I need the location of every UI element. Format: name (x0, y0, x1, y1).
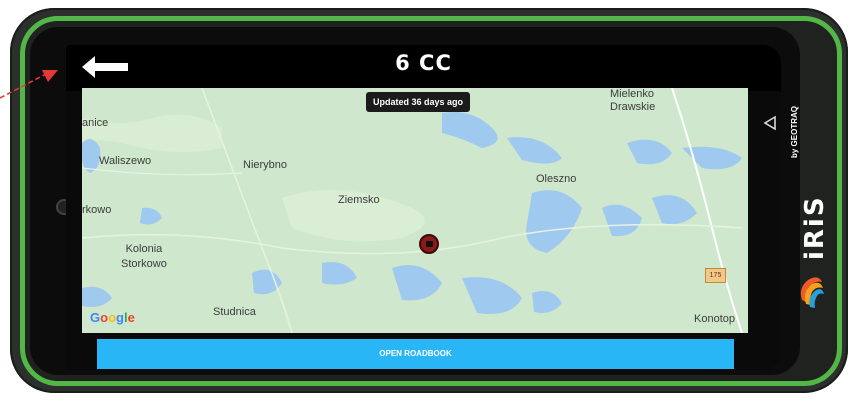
map-terrain (82, 88, 748, 333)
page-title: 6 CC (395, 51, 452, 75)
place-label-anice: anice (82, 117, 109, 129)
app-top-bar: 6 CC (66, 45, 781, 91)
location-marker-icon[interactable] (419, 234, 439, 254)
google-attribution-logo: Google (90, 310, 135, 325)
updated-badge: Updated 36 days ago (366, 92, 471, 112)
place-label-oleszno: Oleszno (536, 173, 577, 185)
place-label-nierybno: Nierybno (243, 159, 288, 171)
place-label-waliszewo: Waliszewo (99, 155, 152, 167)
place-label-mielenko: Mielenko Drawskie (610, 88, 656, 113)
open-roadbook-button[interactable]: OPEN ROADBOOK (97, 339, 734, 369)
place-label-ziemsko: Ziemsko (338, 194, 380, 206)
road-number-badge: 175 (705, 268, 726, 283)
map-view[interactable]: Mielenko Drawskie anice Waliszewo Nieryb… (82, 88, 748, 333)
place-label-kolonia: Kolonia Storkowo (121, 243, 167, 270)
place-label-studnica: Studnica (213, 306, 256, 318)
brand-name: iRiS (800, 195, 830, 260)
red-annotation-arrow (0, 70, 58, 99)
triangle-back-icon[interactable] (763, 115, 777, 131)
screen: 6 CC Mielenko Drawskie anice Waliszewo N… (66, 45, 781, 370)
place-label-rkowo: rkowo (82, 204, 112, 216)
place-label-konotop: Konotop (694, 313, 735, 325)
brand-logo-icon (800, 277, 824, 308)
brand-subtitle: by GEOTRAQ (790, 105, 799, 158)
